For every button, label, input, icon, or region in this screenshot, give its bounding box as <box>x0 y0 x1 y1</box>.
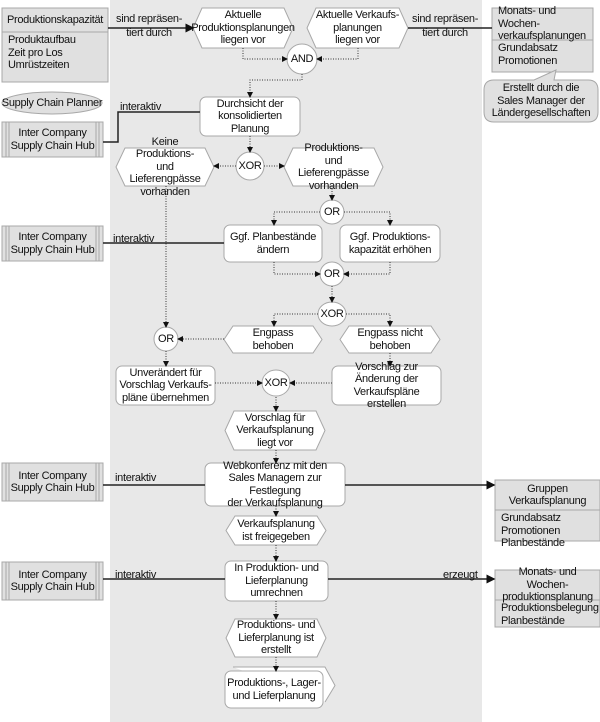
edge-label-rep1: sind repräsen- tiert durch <box>116 13 183 39</box>
control-flow-arrow <box>271 313 318 327</box>
edge-label-rep2: sind repräsen- tiert durch <box>412 13 479 39</box>
system-sys2[interactable]: Inter Company Supply Chain Hub <box>2 226 103 261</box>
control-flow-arrow <box>271 211 320 226</box>
control-flow-arrow <box>316 48 359 62</box>
info-prod-kap-attributes: Produktaufbau Zeit pro Los Umrüstzeiten <box>8 34 76 71</box>
info-info-gruppen-attributes: Grundabsatz Promotionen Planbestände <box>501 512 565 549</box>
event-ev-vorschlag[interactable]: Vorschlag für Verkaufsplanung liegt vor <box>231 411 319 450</box>
event-ev-nicht[interactable]: Engpass nicht behoben <box>346 326 434 353</box>
connector-xor3[interactable]: XOR <box>258 370 294 396</box>
function-fn-umrechnen[interactable]: In Produktion- und Lieferplanung umrechn… <box>225 561 328 601</box>
event-ev-erstellt[interactable]: Produktions- und Lieferplanung ist erste… <box>232 619 320 657</box>
control-flow-arrow <box>247 74 303 98</box>
connector-or1[interactable]: OR <box>316 200 348 224</box>
system-sys4[interactable]: Inter Company Supply Chain Hub <box>2 562 103 600</box>
event-ev-behoben[interactable]: Engpass behoben <box>230 326 316 353</box>
edge-label-int1: interaktiv <box>120 101 162 113</box>
function-fn-planb[interactable]: Ggf. Planbestände ändern <box>224 225 322 262</box>
edge-label-int4: interaktiv <box>115 569 157 581</box>
info-info-gruppen-title[interactable]: Gruppen Verkaufsplanung <box>495 480 600 510</box>
event-ev-keine[interactable]: Keine Produktions- und Lieferengpässe vo… <box>122 136 208 198</box>
edge-label-erzeugt: erzeugt <box>443 569 478 581</box>
info-info-verk-title[interactable]: Monats- und Wochen- verkaufsplanungen <box>492 5 593 42</box>
info-info-verk-attributes: Grundabsatz Promotionen <box>498 42 558 67</box>
connector-xor2[interactable]: XOR <box>314 302 350 326</box>
system-sys3[interactable]: Inter Company Supply Chain Hub <box>2 463 103 501</box>
control-flow-arrow <box>242 48 288 62</box>
control-flow-arrow <box>273 262 321 277</box>
connector-or3[interactable]: OR <box>150 327 182 351</box>
function-fn-unver[interactable]: Unverändert für Vorschlag Verkaufs- plän… <box>116 366 215 405</box>
event-ev-frei[interactable]: Verkaufsplanung ist freigegeben <box>232 516 320 545</box>
control-flow-arrow <box>343 262 391 277</box>
info-info-prod-attributes: Produktionsbelegung Planbestände <box>501 602 599 627</box>
system-sys1[interactable]: Inter Company Supply Chain Hub <box>2 122 103 157</box>
edge-label-int3: interaktiv <box>115 472 157 484</box>
function-fn-vorschlag[interactable]: Vorschlag zur Änderung der Verkaufspläne… <box>332 361 441 411</box>
function-fn-web[interactable]: Webkonferenz mit den Sales Managern zur … <box>205 460 345 510</box>
connector-xor1[interactable]: XOR <box>232 152 268 180</box>
role-role-scp[interactable]: Supply Chain Planner <box>0 92 106 114</box>
control-flow-arrow <box>346 313 393 327</box>
function-fn-durchsicht[interactable]: Durchsicht der konsolidierten Planung <box>200 97 300 136</box>
function-fn-kap[interactable]: Ggf. Produktions- kapazität erhöhen <box>340 225 440 262</box>
control-flow-arrow <box>344 211 393 226</box>
connector-or2[interactable]: OR <box>316 262 348 286</box>
connector-and1[interactable]: AND <box>283 44 321 74</box>
info-prod-kap-title[interactable]: Produktionskapazität <box>2 8 108 32</box>
comment-note: Erstellt durch die Sales Manager der Län… <box>491 82 591 120</box>
edge-label-int2: interaktiv <box>113 233 155 245</box>
process-interface-if-plp[interactable]: Produktions-, Lager- und Lieferplanung <box>225 671 323 708</box>
info-info-prod-title[interactable]: Monats- und Wochen- produktionsplanung <box>495 566 600 603</box>
event-ev-verk[interactable]: Aktuelle Verkaufs- planungen liegen vor <box>313 8 402 48</box>
event-ev-engp[interactable]: Produktions- und Lieferengpässe vorhande… <box>290 142 377 192</box>
event-ev-prod[interactable]: Aktuelle Produktionsplanungen liegen vor <box>191 8 295 48</box>
